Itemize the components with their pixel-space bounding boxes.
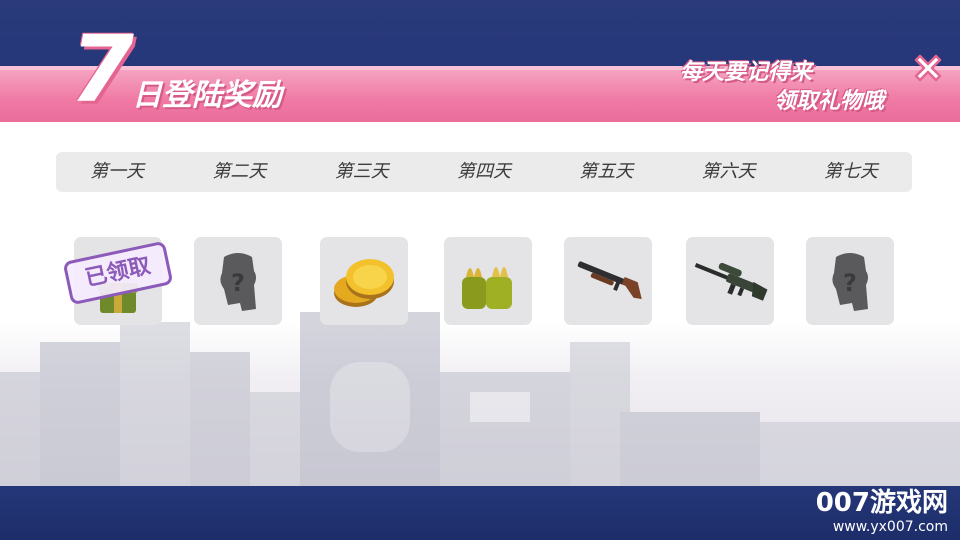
mystery-silhouette-icon: ? [832, 253, 868, 311]
mystery-silhouette-icon: ? [220, 253, 256, 311]
reminder-line-1: 每天要记得来 [679, 60, 812, 85]
reward-slot-day-2[interactable]: ? [194, 237, 282, 325]
reward-slot-day-4[interactable] [444, 237, 532, 325]
sniper-rifle-icon [694, 262, 768, 301]
day-tab-1: 第一天 [90, 161, 145, 182]
svg-text:?: ? [231, 269, 245, 297]
site-watermark: 007游戏网 www.yx007.com [798, 488, 948, 536]
ammo-bullets-icon [462, 267, 512, 309]
reward-slot-day-1[interactable]: 已领取 [62, 237, 174, 325]
gold-coins-icon [334, 259, 394, 307]
day-tab-4: 第四天 [456, 161, 511, 182]
reward-slot-day-6[interactable] [686, 237, 774, 325]
day-tab-7: 第七天 [823, 161, 878, 182]
watermark-url: www.yx007.com [832, 519, 948, 535]
reminder-text: 每天要记得来 领取礼物哦 [584, 58, 884, 116]
city-background-illustration [0, 312, 960, 486]
reward-slot-day-3[interactable] [320, 237, 408, 325]
reward-slot-day-5[interactable] [564, 237, 652, 325]
watermark-brand: 007游戏网 [815, 488, 948, 518]
day-tab-5: 第五天 [579, 161, 634, 182]
close-icon [914, 54, 942, 82]
close-button[interactable] [908, 48, 948, 88]
reminder-line-2: 领取礼物哦 [773, 89, 884, 114]
page-title: 日登陆奖励 [132, 78, 282, 113]
shotgun-icon [577, 261, 642, 299]
reward-slot-day-7[interactable]: ? [806, 237, 894, 325]
day-tab-3: 第三天 [334, 161, 389, 182]
svg-text:?: ? [843, 269, 857, 297]
day-tab-6: 第六天 [701, 161, 756, 182]
day-tab-2: 第二天 [212, 161, 267, 182]
day-tabs: 第一天 第二天 第三天 第四天 第五天 第六天 第七天 [56, 152, 912, 192]
